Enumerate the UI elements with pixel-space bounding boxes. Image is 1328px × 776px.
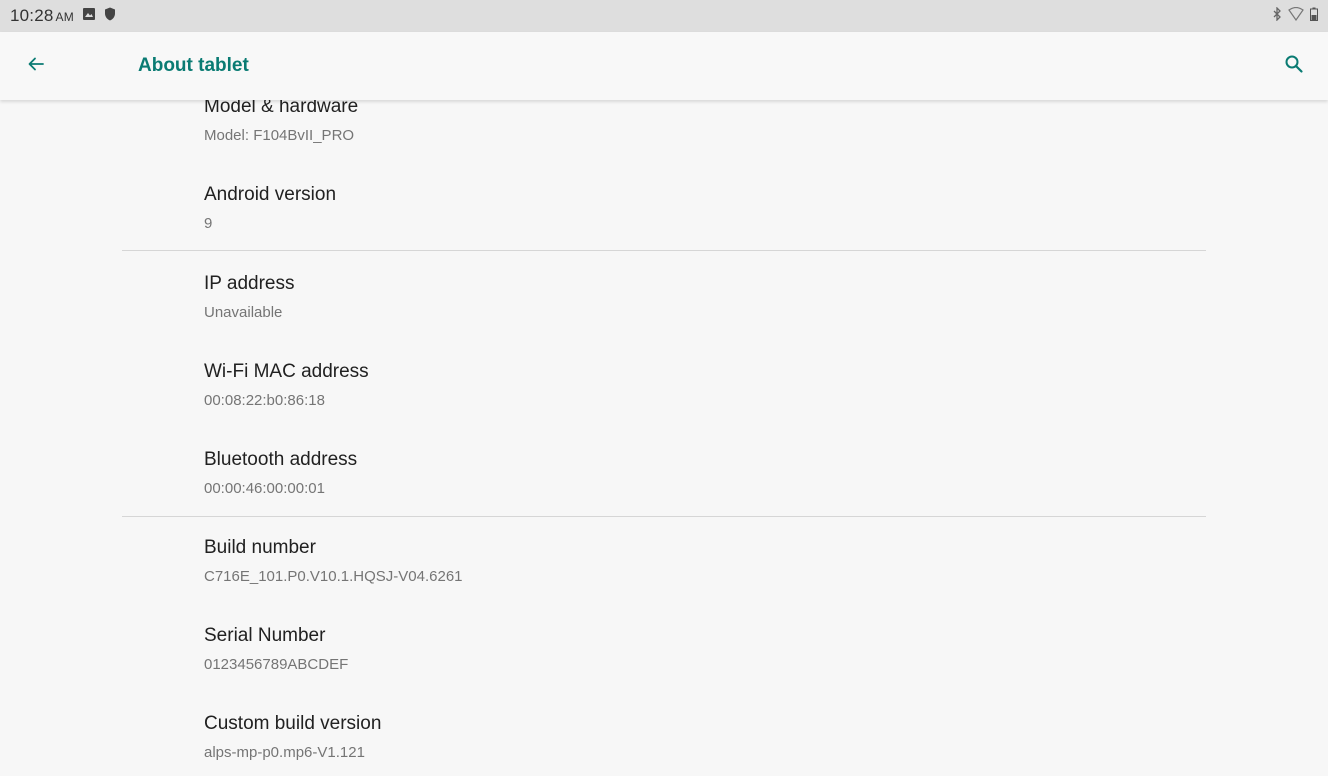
shield-icon xyxy=(104,7,116,26)
item-summary: 00:08:22:b0:86:18 xyxy=(204,392,325,409)
item-title: IP address xyxy=(204,273,295,294)
status-left: 10:28 AM xyxy=(10,6,116,26)
arrow-back-icon xyxy=(26,54,46,79)
list-item-serial-number[interactable]: Serial Number 0123456789ABCDEF xyxy=(204,624,1204,675)
wifi-icon xyxy=(1288,6,1304,26)
item-summary: 00:00:46:00:00:01 xyxy=(204,480,325,497)
settings-list: Model & hardware Model: F104BvII_PRO And… xyxy=(0,100,1328,776)
list-item-bluetooth-address[interactable]: Bluetooth address 00:00:46:00:00:01 xyxy=(204,448,1204,499)
item-summary: 9 xyxy=(204,215,213,232)
item-title: Serial Number xyxy=(204,625,326,646)
item-summary: C716E_101.P0.V10.1.HQSJ-V04.6261 xyxy=(204,568,463,585)
item-summary: Unavailable xyxy=(204,304,283,321)
divider xyxy=(122,250,1206,251)
back-button[interactable] xyxy=(22,52,50,80)
list-item-wifi-mac-address[interactable]: Wi-Fi MAC address 00:08:22:b0:86:18 xyxy=(204,360,1204,411)
item-title: Model & hardware xyxy=(204,100,359,117)
item-title: Android version xyxy=(204,184,337,205)
list-item-build-number[interactable]: Build number C716E_101.P0.V10.1.HQSJ-V04… xyxy=(204,536,1204,587)
bluetooth-icon xyxy=(1272,5,1282,26)
search-button[interactable] xyxy=(1280,52,1308,80)
item-title: Custom build version xyxy=(204,713,382,734)
search-icon xyxy=(1284,54,1304,79)
item-title: Build number xyxy=(204,537,316,558)
status-time-value: 10:28 xyxy=(10,6,54,25)
item-title: Wi-Fi MAC address xyxy=(204,361,369,382)
item-summary: Model: F104BvII_PRO xyxy=(204,127,355,144)
list-item-model-hardware[interactable]: Model & hardware Model: F104BvII_PRO xyxy=(204,100,1204,146)
status-time-ampm: AM xyxy=(55,10,74,24)
status-time: 10:28 AM xyxy=(10,6,74,26)
image-icon xyxy=(82,7,96,26)
list-item-ip-address[interactable]: IP address Unavailable xyxy=(204,272,1204,323)
divider xyxy=(122,516,1206,517)
item-summary: 0123456789ABCDEF xyxy=(204,656,349,673)
status-bar: 10:28 AM xyxy=(0,0,1328,32)
app-bar: About tablet xyxy=(0,32,1328,100)
item-summary: alps-mp-p0.mp6-V1.121 xyxy=(204,744,365,761)
list-item-custom-build-version[interactable]: Custom build version alps-mp-p0.mp6-V1.1… xyxy=(204,712,1204,763)
status-right xyxy=(1272,5,1318,26)
page-title: About tablet xyxy=(138,55,249,76)
battery-icon xyxy=(1310,7,1318,26)
item-title: Bluetooth address xyxy=(204,449,358,470)
list-item-android-version[interactable]: Android version 9 xyxy=(204,183,1204,234)
